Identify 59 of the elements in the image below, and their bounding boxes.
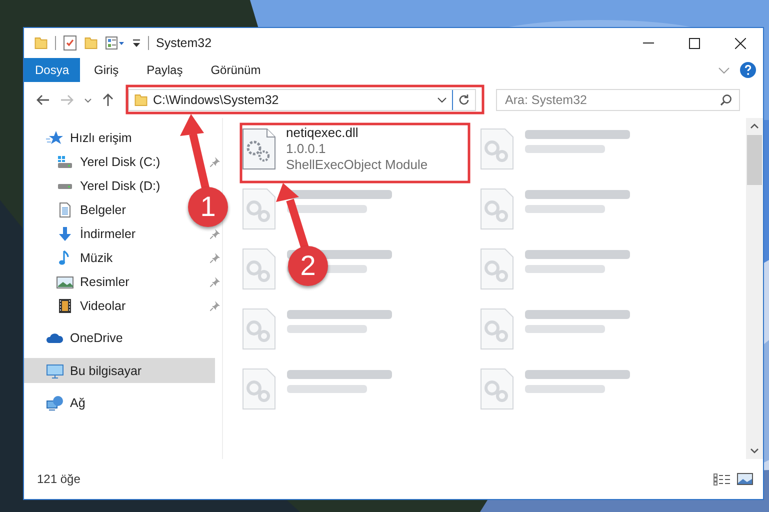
scroll-up-icon[interactable] — [750, 123, 759, 129]
pin-icon[interactable] — [210, 277, 220, 287]
dropdown-caret-icon[interactable] — [437, 97, 447, 103]
help-icon[interactable] — [740, 62, 756, 78]
sidebar-item-icon — [56, 154, 74, 170]
close-icon[interactable] — [734, 38, 746, 48]
sidebar-item[interactable]: OneDrive — [24, 326, 129, 350]
sidebar-item-icon — [56, 298, 74, 314]
sidebar-item-icon — [46, 395, 64, 411]
search-icon[interactable] — [720, 94, 732, 106]
sidebar-item-icon — [46, 362, 64, 378]
sidebar-item-icon — [46, 130, 64, 146]
sidebar-item-icon — [56, 226, 74, 242]
ribbon-tab[interactable]: Paylaş — [132, 58, 197, 82]
file-detail: 1.0.0.1 — [286, 141, 326, 157]
dll-file-icon[interactable] — [242, 128, 276, 170]
sidebar-item[interactable]: Resimler — [24, 270, 136, 294]
pin-icon[interactable] — [210, 301, 220, 311]
sidebar-item[interactable]: Videolar — [24, 294, 132, 318]
sidebar-item-icon — [56, 182, 74, 190]
address-path: C:\Windows\System32 — [153, 93, 280, 107]
window-title: System32 — [156, 36, 212, 50]
sidebar-item[interactable]: Ağ — [24, 391, 92, 415]
checklist-icon[interactable] — [63, 35, 77, 51]
pin-icon[interactable] — [210, 229, 220, 239]
annotation-arrow — [276, 183, 309, 250]
vertical-scrollbar[interactable] — [746, 118, 763, 459]
details-view-icon[interactable] — [713, 472, 731, 486]
sidebar-item[interactable]: Yerel Disk (D:) — [24, 174, 166, 198]
sidebar-item[interactable]: Hızlı erişim — [24, 126, 138, 150]
properties-icon[interactable] — [105, 36, 125, 50]
file-detail: ShellExecObject Module — [286, 157, 428, 173]
back-arrow-icon[interactable] — [36, 94, 50, 106]
ribbon-tab[interactable]: Görünüm — [196, 58, 275, 82]
address-bar[interactable]: C:\Windows\System32 — [128, 89, 476, 111]
scroll-down-icon[interactable] — [750, 448, 759, 454]
pin-icon[interactable] — [210, 157, 220, 167]
scrollbar-thumb[interactable] — [747, 135, 762, 185]
search-field[interactable]: Ara: System32 — [496, 89, 740, 111]
sidebar-item[interactable]: Belgeler — [24, 198, 132, 222]
maximize-icon[interactable] — [688, 38, 700, 48]
ribbon-tab[interactable]: Giriş — [80, 58, 133, 82]
expand-ribbon-icon[interactable] — [718, 66, 730, 74]
minimize-icon[interactable] — [642, 42, 654, 44]
sidebar-item[interactable]: Bu bilgisayar — [24, 358, 215, 383]
sidebar-item[interactable]: İndirmeler — [24, 222, 142, 246]
large-icons-view-icon[interactable] — [737, 473, 753, 485]
up-arrow-icon[interactable] — [102, 93, 114, 107]
item-count: 121 öğe — [37, 472, 80, 486]
sidebar-item[interactable]: Müzik — [24, 246, 119, 270]
sidebar-item[interactable]: Yerel Disk (C:) — [24, 150, 166, 174]
file-menu-tab[interactable]: Dosya — [24, 58, 80, 82]
recent-locations-caret-icon[interactable] — [84, 98, 92, 102]
customize-caret-icon[interactable] — [132, 38, 141, 48]
file-name[interactable]: netiqexec.dll — [286, 125, 358, 141]
refresh-icon[interactable] — [458, 94, 470, 106]
sidebar-item-icon — [56, 274, 74, 290]
pin-icon[interactable] — [210, 253, 220, 263]
folder-icon — [134, 94, 148, 106]
